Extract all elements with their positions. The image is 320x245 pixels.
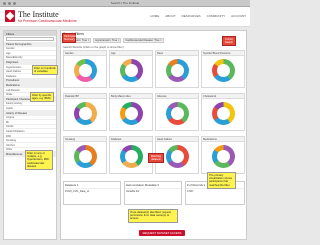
donut-chart-panel[interactable]: Gender — [63, 50, 107, 88]
donut-chart[interactable] — [74, 102, 97, 125]
harmonization-item[interactable]: Variable list — [125, 189, 181, 194]
donut-chart[interactable] — [120, 102, 143, 125]
donut-chart-panel[interactable]: Medications — [201, 136, 245, 174]
panel-title: Gender — [64, 51, 106, 56]
callout-matching-datasets: Matching datasets — [148, 153, 164, 163]
donut-chart-panel[interactable]: Smoking — [63, 136, 107, 174]
callout-filter-categories: Filter on hundreds of variables — [32, 65, 58, 76]
donut-chart[interactable] — [120, 59, 143, 82]
nav-about[interactable]: ABOUT — [165, 14, 175, 18]
request-dataset-access-button[interactable]: REQUEST DATASET ACCESS — [139, 230, 185, 236]
remove-chip-icon: × — [87, 39, 90, 42]
callout-specific-filters: Filter by specific ages, e.g. BMIs — [30, 92, 54, 103]
panel-title: Age — [110, 51, 152, 56]
records-item: 4,567 — [187, 190, 194, 193]
site-header: The Institute for Precision Cardiovascul… — [0, 7, 250, 27]
dataset-item[interactable]: PCMI_CVD_Data_v1 — [64, 189, 120, 194]
donut-chart-panel[interactable]: Systolic Blood Pressure — [201, 50, 245, 88]
remove-chip-icon: × — [160, 39, 162, 42]
donut-chart[interactable] — [166, 102, 189, 125]
callout-primary-visualization: The primary visualization shows particip… — [207, 172, 236, 189]
harmonization-header: Harmonization Metadata 3 — [125, 182, 181, 189]
panel-title: Diastolic BP — [64, 94, 106, 99]
harmonization-list: Harmonization Metadata 3 Variable list — [124, 181, 182, 205]
donut-chart-panel[interactable]: Diastolic BP — [63, 93, 107, 131]
callout-combine-filters: Filter on any or multiple, e.g. hyperten… — [25, 150, 53, 171]
donut-chart[interactable] — [212, 59, 235, 82]
panel-title: Body Mass Index — [110, 94, 152, 99]
panel-title: Medications — [202, 137, 244, 142]
browser-title: Search | The Institute — [110, 1, 140, 5]
nav-community[interactable]: COMMUNITY — [207, 14, 226, 18]
donut-chart[interactable] — [166, 59, 189, 82]
callout-cohort-search: Cohort Search — [222, 36, 236, 46]
callout-participant-summary: Participant Summary — [62, 33, 76, 43]
donut-chart-panel[interactable]: Cholesterol — [201, 93, 245, 131]
donut-chart-panel[interactable]: Diabetes — [109, 136, 153, 174]
active-filter-chips: Hypertension: True × Hypertension: True … — [63, 38, 164, 43]
filter-chip[interactable]: Hypertension: True × — [93, 38, 122, 43]
brand-title: The Institute — [18, 10, 59, 19]
search-results-hint: Search Results (Click on the graph to sh… — [63, 45, 124, 49]
panel-title: Diabetes — [110, 137, 152, 142]
filter-sidebar: Filters Patient Demographics Gender Age Rac… — [3, 30, 57, 240]
remove-chip-icon: × — [117, 39, 120, 42]
filter-search-input[interactable] — [6, 37, 54, 41]
donut-chart-panel[interactable]: Glucose — [155, 93, 199, 131]
panel-title: Cholesterol — [202, 94, 244, 99]
donut-chart[interactable] — [120, 145, 143, 168]
nav-home[interactable]: HOME — [150, 14, 159, 18]
filter-chip[interactable]: Cardiovascular Disease: True × — [123, 38, 164, 43]
nav-resources[interactable]: RESOURCES — [182, 14, 201, 18]
browser-titlebar: Search | The Institute — [0, 0, 250, 7]
donut-chart[interactable] — [212, 145, 235, 168]
brand-subtitle: for Precision Cardiovascular Medicine — [18, 19, 77, 23]
nav-account[interactable]: ACCOUNT — [231, 14, 246, 18]
donut-chart[interactable] — [166, 145, 189, 168]
donut-chart[interactable] — [74, 59, 97, 82]
panel-title: Heart Failure — [156, 137, 198, 142]
donut-chart-panel[interactable]: Race — [155, 50, 199, 88]
panel-title: Smoking — [64, 137, 106, 142]
top-navigation: HOME ABOUT RESOURCES COMMUNITY ACCOUNT — [150, 14, 246, 18]
panel-title: Race — [156, 51, 198, 56]
donut-chart[interactable] — [74, 145, 97, 168]
datasets-list: Datasets 1 PCMI_CVD_Data_v1 — [63, 181, 121, 205]
donut-chart[interactable] — [212, 102, 235, 125]
panel-title: Systolic Blood Pressure — [202, 51, 244, 56]
heart-logo-icon[interactable] — [5, 10, 15, 22]
sidebar-heading: Filters — [4, 31, 56, 36]
donut-chart-panel[interactable]: Age — [109, 50, 153, 88]
datasets-header: Datasets 1 — [64, 182, 120, 189]
donut-chart-panel[interactable]: Body Mass Index — [109, 93, 153, 131]
callout-request-access: Once dataset(s) identified, request perm… — [128, 209, 178, 223]
panel-title: Glucose — [156, 94, 198, 99]
